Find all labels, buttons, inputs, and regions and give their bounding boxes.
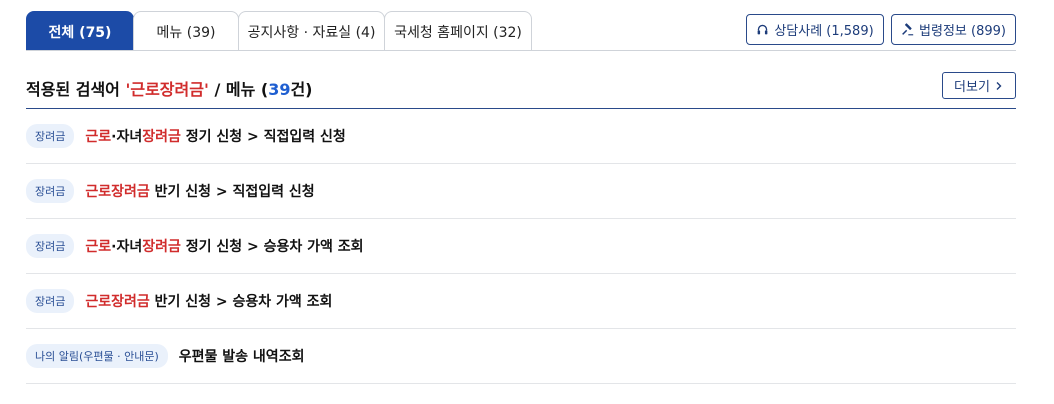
law-info-button[interactable]: 법령정보 (899) (891, 14, 1016, 45)
keyword-highlight: 근로 (85, 129, 112, 145)
keyword-highlight: 근로장려금 (85, 184, 150, 200)
result-item[interactable]: 장려금 근로장려금 반기 신청 > 승용차 가액 조회 (26, 274, 1016, 329)
title-text: 우편물 발송 내역조회 (178, 349, 305, 365)
result-list: 장려금 근로·자녀장려금 정기 신청 > 직접입력 신청 장려금 근로장려금 반기 신… (26, 109, 1016, 384)
title-text: 반기 신청 > 승용차 가액 조회 (149, 294, 333, 310)
keyword-highlight: 근로 (85, 239, 112, 255)
tab-nts-homepage[interactable]: 국세청 홈페이지 (32) (384, 11, 532, 51)
keyword-highlight: 근로장려금 (85, 294, 150, 310)
heading-prefix: 적용된 검색어 (26, 80, 126, 99)
tabs-divider (26, 50, 1016, 51)
category-badge: 장려금 (26, 179, 75, 203)
result-item[interactable]: 장려금 근로·자녀장려금 정기 신청 > 직접입력 신청 (26, 109, 1016, 164)
tab-menu[interactable]: 메뉴 (39) (133, 11, 239, 51)
chevron-right-icon (996, 81, 1002, 90)
more-button[interactable]: 더보기 (942, 72, 1016, 99)
headset-icon (757, 24, 768, 35)
title-text: 정기 신청 > 직접입력 신청 (180, 129, 346, 145)
title-text: ·자녀 (111, 239, 143, 255)
search-results-page: 전체 (75) 메뉴 (39) 공지사항 · 자료실 (4) 국세청 홈페이지 … (0, 0, 1054, 404)
category-tabs: 전체 (75) 메뉴 (39) 공지사항 · 자료실 (4) 국세청 홈페이지 … (26, 11, 532, 51)
heading-suffix: 건) (290, 80, 313, 99)
keyword-highlight: 장려금 (142, 129, 181, 145)
result-item[interactable]: 나의 알림(우편물 · 안내문) 우편물 발송 내역조회 (26, 329, 1016, 384)
tab-all[interactable]: 전체 (75) (26, 11, 134, 51)
result-heading: 적용된 검색어 '근로장려금' / 메뉴 (39건) (26, 76, 313, 100)
category-badge: 나의 알림(우편물 · 안내문) (26, 344, 168, 368)
result-title[interactable]: 근로·자녀장려금 정기 신청 > 승용차 가액 조회 (85, 236, 363, 256)
keyword-highlight: 장려금 (142, 239, 181, 255)
title-text: 정기 신청 > 승용차 가액 조회 (180, 239, 364, 255)
result-title[interactable]: 근로장려금 반기 신청 > 직접입력 신청 (85, 181, 314, 201)
result-title[interactable]: 우편물 발송 내역조회 (179, 346, 305, 366)
gavel-icon (902, 23, 914, 36)
search-keyword: '근로장려금' (125, 80, 209, 99)
tab-notices-archive[interactable]: 공지사항 · 자료실 (4) (238, 11, 385, 51)
consult-cases-button[interactable]: 상담사례 (1,589) (746, 14, 884, 45)
more-button-label: 더보기 (954, 80, 990, 95)
result-count: 39 (268, 80, 291, 99)
title-text: 반기 신청 > 직접입력 신청 (149, 184, 315, 200)
category-badge: 장려금 (26, 289, 75, 313)
result-item[interactable]: 장려금 근로·자녀장려금 정기 신청 > 승용차 가액 조회 (26, 219, 1016, 274)
category-badge: 장려금 (26, 124, 75, 148)
heading-middle: / 메뉴 ( (208, 80, 269, 99)
category-badge: 장려금 (26, 234, 75, 258)
title-text: ·자녀 (111, 129, 143, 145)
consult-cases-label: 상담사례 (1,589) (774, 24, 874, 39)
result-title[interactable]: 근로장려금 반기 신청 > 승용차 가액 조회 (85, 291, 332, 311)
law-info-label: 법령정보 (899) (919, 24, 1006, 39)
result-item[interactable]: 장려금 근로장려금 반기 신청 > 직접입력 신청 (26, 164, 1016, 219)
result-title[interactable]: 근로·자녀장려금 정기 신청 > 직접입력 신청 (85, 126, 345, 146)
